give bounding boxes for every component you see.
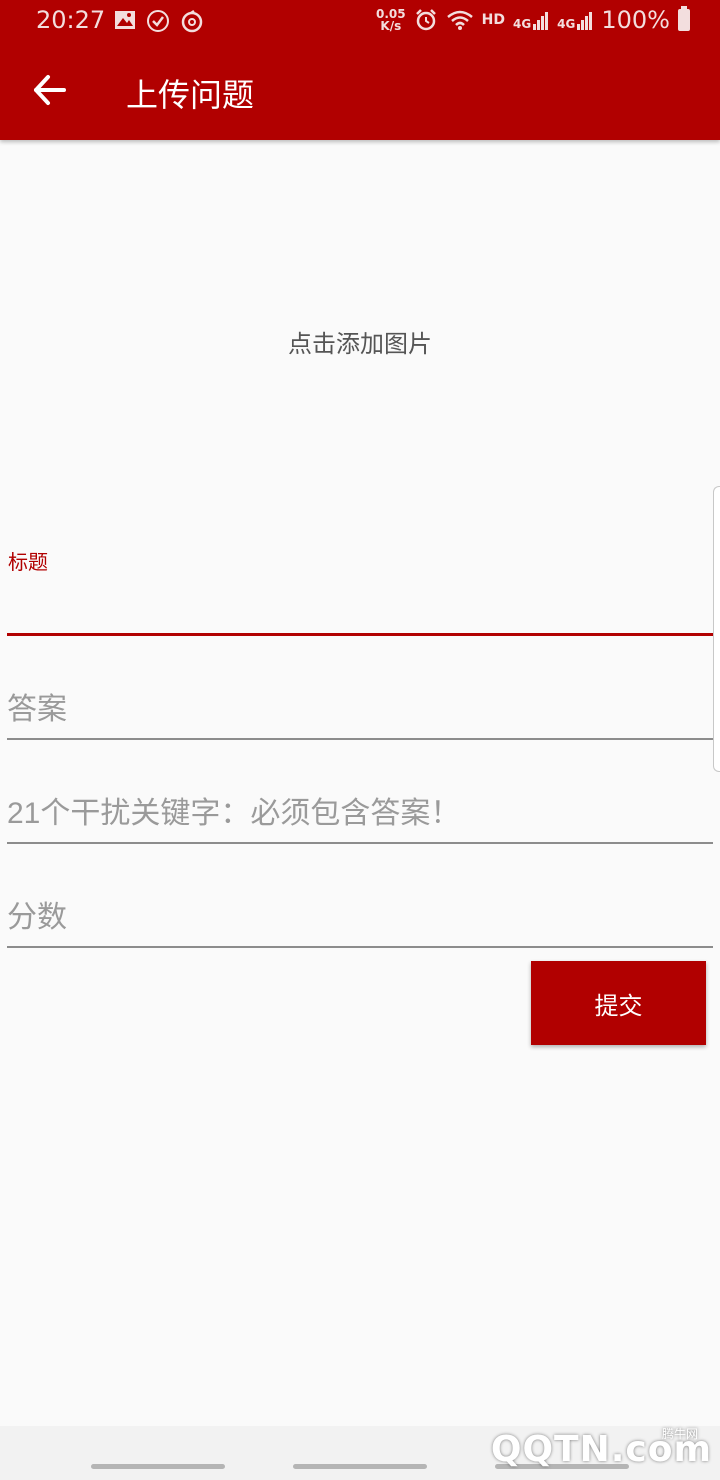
signal-1: 4G bbox=[513, 10, 549, 30]
net-type-2: 4G bbox=[557, 17, 576, 31]
keywords-field bbox=[7, 774, 713, 844]
submit-button[interactable]: 提交 bbox=[531, 961, 706, 1045]
score-field bbox=[7, 878, 713, 948]
answer-field bbox=[7, 670, 713, 740]
arrow-left-icon bbox=[34, 75, 66, 105]
signal-icon bbox=[533, 12, 549, 30]
add-image-area[interactable]: 点击添加图片 bbox=[0, 150, 720, 540]
alarm-icon bbox=[415, 9, 436, 31]
page-title: 上传问题 bbox=[126, 76, 255, 114]
score-input[interactable] bbox=[7, 890, 713, 948]
signal-icon bbox=[577, 12, 593, 30]
status-system-icons: 0.05 K/s HD 4G 4G 100% bbox=[376, 6, 690, 34]
battery-percent: 100% bbox=[601, 6, 670, 34]
watermark-small-text: 腾牛网 bbox=[661, 1427, 698, 1441]
navigation-bar: 腾牛网 QQTN.com bbox=[0, 1426, 720, 1480]
title-input[interactable] bbox=[7, 577, 713, 636]
watermark-logo: 腾牛网 QQTN.com bbox=[491, 1427, 712, 1470]
nav-home-button[interactable] bbox=[293, 1464, 427, 1469]
gallery-icon bbox=[115, 11, 135, 29]
check-circle-icon bbox=[147, 10, 169, 32]
net-type-1: 4G bbox=[512, 17, 532, 31]
app-bar: 20:27 0.05 K/s HD 4G 4G 100% 上传问题 bbox=[0, 0, 720, 140]
status-time: 20:27 bbox=[36, 6, 106, 34]
keywords-input[interactable] bbox=[7, 786, 713, 844]
netease-music-icon bbox=[181, 9, 203, 33]
nav-recent-apps-button[interactable] bbox=[91, 1464, 225, 1469]
battery-icon bbox=[678, 6, 690, 31]
edge-panel-handle[interactable] bbox=[713, 486, 720, 772]
signal-2: 4G bbox=[557, 10, 593, 30]
hd-label: HD bbox=[481, 12, 505, 28]
wifi-icon bbox=[446, 10, 473, 30]
back-button[interactable] bbox=[26, 64, 74, 116]
status-bar: 20:27 0.05 K/s HD 4G 4G 100% bbox=[0, 0, 720, 44]
status-notification-icons bbox=[114, 9, 204, 33]
title-field: 标题 bbox=[7, 546, 713, 636]
answer-input[interactable] bbox=[7, 682, 713, 740]
title-label: 标题 bbox=[8, 550, 48, 574]
add-image-label: 点击添加图片 bbox=[288, 329, 432, 358]
net-speed: 0.05 K/s bbox=[376, 7, 406, 33]
